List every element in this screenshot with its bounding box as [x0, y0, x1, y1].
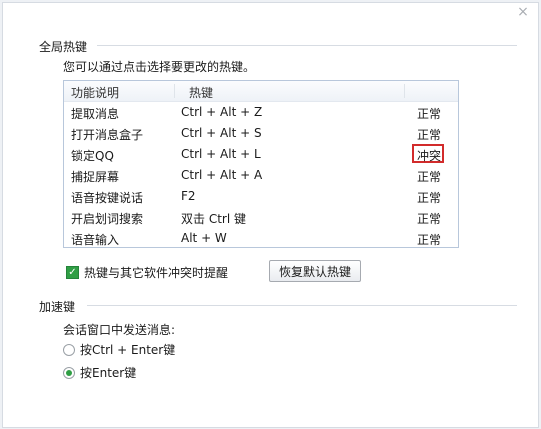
- conflict-reminder-option[interactable]: ✓ 热键与其它软件冲突时提醒: [66, 264, 228, 281]
- row-hotkey[interactable]: Alt + W: [181, 231, 227, 245]
- row-status: 正常: [417, 233, 442, 247]
- row-function: 捕捉屏幕: [71, 170, 120, 184]
- row-status: 正常: [417, 128, 442, 142]
- row-hotkey[interactable]: F2: [181, 189, 196, 203]
- send-option-ctrl-enter[interactable]: 按Ctrl + Enter键: [63, 341, 175, 358]
- row-status: 正常: [417, 212, 442, 226]
- table-row[interactable]: 锁定QQ Ctrl + Alt + L 冲突: [64, 144, 458, 165]
- section-divider: [97, 45, 517, 46]
- column-header-hotkey[interactable]: 热键: [189, 84, 213, 101]
- close-icon[interactable]: ×: [516, 5, 530, 19]
- send-message-label: 会话窗口中发送消息:: [63, 323, 176, 337]
- radio-ctrl-enter[interactable]: [63, 343, 75, 356]
- column-header-function[interactable]: 功能说明: [71, 84, 119, 101]
- table-row[interactable]: 打开消息盒子 Ctrl + Alt + S 正常: [64, 123, 458, 144]
- hotkey-description: 您可以通过点击选择要更改的热键。: [63, 60, 256, 74]
- row-function: 锁定QQ: [71, 149, 114, 163]
- conflict-reminder-checkbox[interactable]: ✓: [66, 266, 79, 279]
- row-hotkey[interactable]: Ctrl + Alt + A: [181, 168, 262, 182]
- table-header: 功能说明 热键: [64, 81, 458, 102]
- restore-default-hotkeys-button[interactable]: 恢复默认热键: [269, 260, 361, 282]
- row-status-conflict: 冲突: [417, 149, 442, 163]
- table-row[interactable]: 语音按键说话 F2 正常: [64, 186, 458, 207]
- row-function: 语音按键说话: [71, 191, 144, 205]
- accelerators-title: 加速键: [39, 300, 76, 314]
- row-function: 打开消息盒子: [71, 128, 144, 142]
- row-status: 正常: [417, 107, 442, 121]
- radio-enter[interactable]: [63, 366, 75, 379]
- row-function: 开启划词搜索: [71, 212, 144, 226]
- row-hotkey[interactable]: Ctrl + Alt + Z: [181, 105, 262, 119]
- column-separator: [174, 84, 175, 98]
- column-separator: [404, 84, 405, 98]
- row-hotkey[interactable]: Ctrl + Alt + S: [181, 126, 262, 140]
- hotkey-table: 功能说明 热键 提取消息 Ctrl + Alt + Z 正常 打开消息盒子 Ct…: [63, 80, 459, 248]
- conflict-reminder-label[interactable]: 热键与其它软件冲突时提醒: [84, 264, 228, 281]
- radio-label[interactable]: 按Ctrl + Enter键: [80, 341, 175, 358]
- radio-label[interactable]: 按Enter键: [80, 364, 136, 381]
- row-hotkey[interactable]: Ctrl + Alt + L: [181, 147, 261, 161]
- row-function: 语音输入: [71, 233, 120, 247]
- table-row[interactable]: 捕捉屏幕 Ctrl + Alt + A 正常: [64, 165, 458, 186]
- row-status: 正常: [417, 191, 442, 205]
- row-function: 提取消息: [71, 107, 120, 121]
- row-hotkey[interactable]: 双击 Ctrl 键: [181, 210, 246, 227]
- table-row[interactable]: 开启划词搜索 双击 Ctrl 键 正常: [64, 207, 458, 228]
- row-status: 正常: [417, 170, 442, 184]
- hotkey-settings-panel: × 全局热键 您可以通过点击选择要更改的热键。 功能说明 热键 提取消息 Ctr…: [2, 2, 539, 428]
- send-option-enter[interactable]: 按Enter键: [63, 364, 136, 381]
- global-hotkeys-title: 全局热键: [39, 40, 88, 54]
- table-row[interactable]: 语音输入 Alt + W 正常: [64, 228, 458, 247]
- table-row[interactable]: 提取消息 Ctrl + Alt + Z 正常: [64, 102, 458, 123]
- section-divider: [87, 305, 517, 306]
